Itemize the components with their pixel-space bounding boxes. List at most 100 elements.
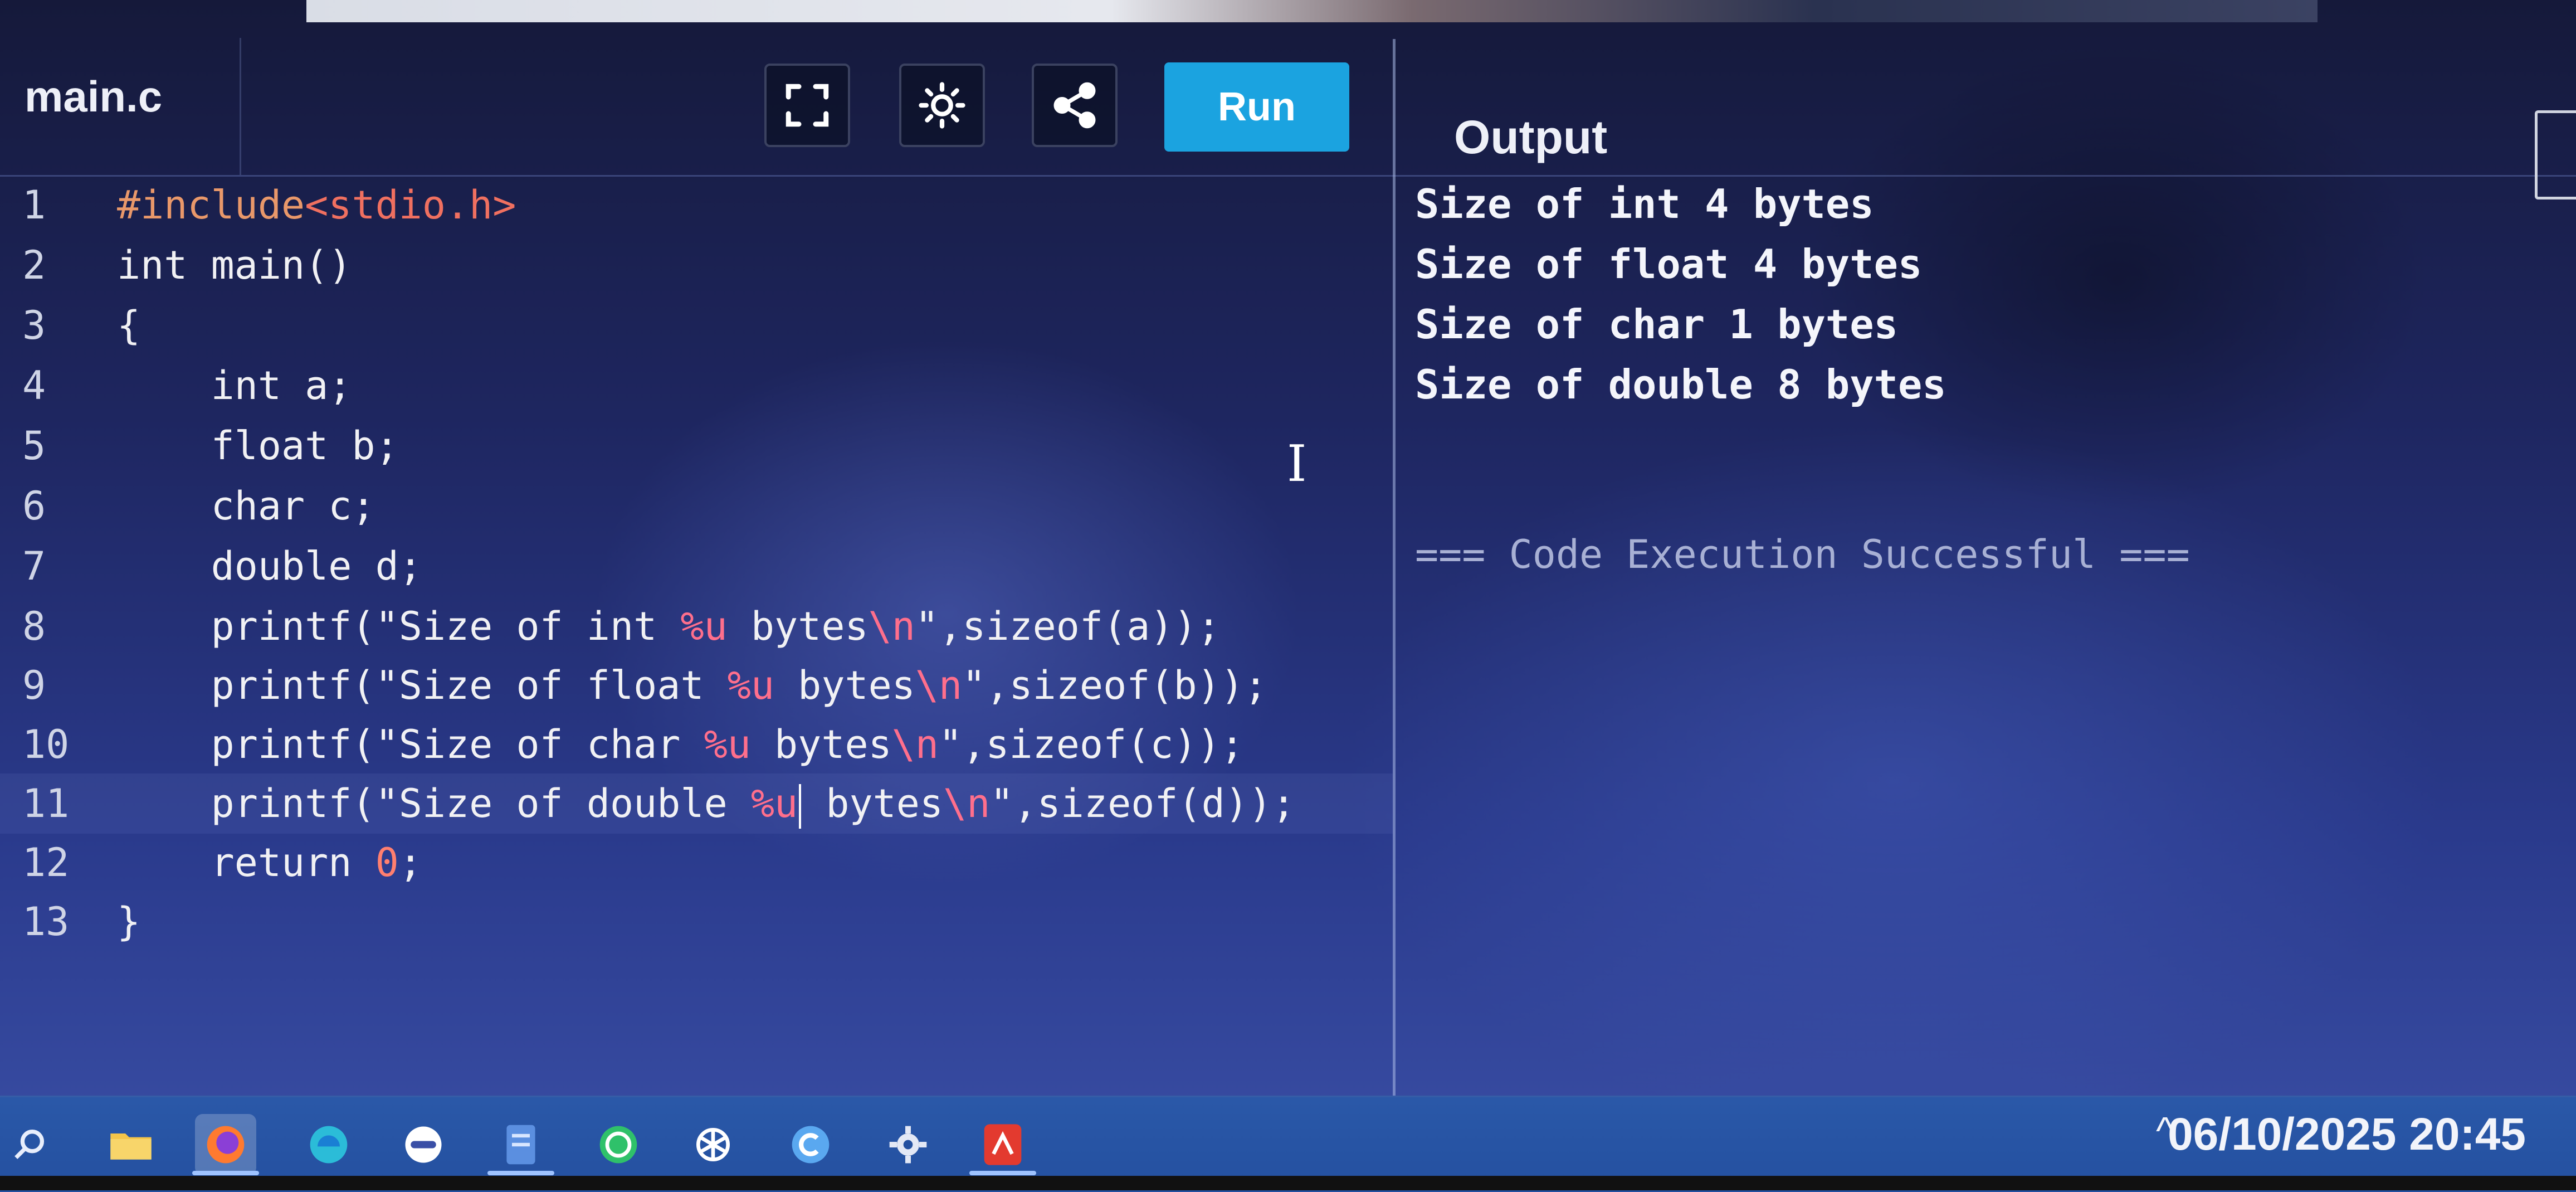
code-line[interactable]: 11 printf("Size of double %u bytes\n",si…: [0, 773, 1393, 834]
line-number: 3: [22, 303, 46, 348]
code-text[interactable]: printf("Size of char %u bytes\n",sizeof(…: [117, 714, 1244, 775]
text-caret: [799, 784, 802, 829]
code-line[interactable]: 2 int main(): [0, 235, 1393, 295]
code-line[interactable]: 1 #include<stdio.h>: [0, 175, 1393, 235]
code-text[interactable]: printf("Size of int %u bytes\n",sizeof(a…: [117, 596, 1221, 656]
code-token: #include: [117, 182, 305, 228]
code-text[interactable]: {: [117, 295, 140, 356]
code-line[interactable]: 6 char c;: [0, 476, 1393, 536]
running-app-indicator: [969, 1171, 1036, 1175]
code-token: \n: [915, 663, 963, 708]
code-token: return: [117, 840, 375, 886]
firefox-button[interactable]: [195, 1114, 256, 1175]
fullscreen-button[interactable]: [764, 64, 850, 147]
settings-app-button[interactable]: [877, 1114, 939, 1175]
c-letter-icon: [792, 1126, 830, 1164]
chat-app-button[interactable]: [393, 1114, 454, 1175]
line-number: 9: [22, 663, 46, 708]
code-text[interactable]: double d;: [117, 536, 422, 596]
code-token: int a;: [117, 363, 352, 408]
output-line: Size of float 4 bytes: [1415, 241, 1923, 288]
code-line[interactable]: 12 return 0;: [0, 833, 1393, 893]
openai-icon: [696, 1128, 730, 1161]
line-number: 11: [22, 781, 70, 826]
code-line[interactable]: 10 printf("Size of char %u bytes\n",size…: [0, 714, 1393, 775]
code-token: <stdio.h>: [305, 182, 516, 228]
code-line[interactable]: 7 double d;: [0, 536, 1393, 596]
output-panel-title: Output: [1454, 111, 1608, 163]
mouse-ibeam-cursor: I: [1287, 435, 1307, 493]
code-text[interactable]: printf("Size of double %u bytes\n",sizeo…: [117, 773, 1295, 834]
code-token: printf("Size of char: [117, 722, 704, 767]
running-app-indicator: [487, 1171, 554, 1175]
firefox-icon: [207, 1126, 245, 1164]
code-token: \n: [868, 604, 915, 649]
theme-toggle-button[interactable]: [899, 64, 985, 147]
search-button[interactable]: [0, 1114, 61, 1175]
code-token: bytes: [727, 604, 869, 649]
monitor-screen: main.c Run Output 1 #include<stdio.h> 2 …: [0, 0, 2576, 1192]
code-token: bytes: [750, 722, 892, 767]
output-panel: Size of int 4 bytes Size of float 4 byte…: [1415, 175, 2574, 1094]
document-icon: [506, 1125, 535, 1165]
editor-header: main.c Run Output: [0, 38, 2576, 200]
line-number: 1: [22, 182, 46, 228]
file-tab-name[interactable]: main.c: [25, 71, 162, 122]
sun-icon: [919, 82, 965, 129]
pdf-icon: [984, 1124, 1022, 1165]
code-text[interactable]: int a;: [117, 356, 352, 416]
line-number: 13: [22, 899, 70, 945]
pdf-reader-button[interactable]: [972, 1114, 1033, 1175]
run-button[interactable]: Run: [1164, 62, 1349, 152]
code-token: double d;: [117, 543, 422, 589]
clock-datetime[interactable]: 06/10/2025 20:45: [2168, 1108, 2526, 1161]
execution-status: === Code Execution Successful ===: [1415, 532, 2190, 577]
c-app-button[interactable]: [780, 1114, 841, 1175]
code-token: %u: [680, 604, 728, 649]
pane-divider[interactable]: [1393, 39, 1396, 1098]
fullscreen-icon: [786, 84, 829, 127]
code-text[interactable]: float b;: [117, 416, 399, 476]
code-token: \n: [943, 781, 991, 826]
line-number: 8: [22, 604, 46, 649]
notepad-button[interactable]: [490, 1114, 552, 1175]
code-token: 0: [375, 840, 399, 886]
code-text[interactable]: int main(): [117, 235, 352, 295]
code-token: char c;: [117, 483, 375, 529]
code-text[interactable]: char c;: [117, 476, 375, 536]
code-text[interactable]: #include<stdio.h>: [117, 175, 516, 235]
code-token: \n: [891, 722, 939, 767]
code-token: printf("Size of float: [117, 663, 728, 708]
output-line: Size of int 4 bytes: [1415, 181, 1874, 227]
code-text[interactable]: }: [117, 892, 140, 952]
whatsapp-icon: [599, 1126, 637, 1164]
chatgpt-button[interactable]: [682, 1114, 744, 1175]
code-token: printf("Size of int: [117, 604, 681, 649]
code-line[interactable]: 8 printf("Size of int %u bytes\n",sizeof…: [0, 596, 1393, 656]
line-number: 5: [22, 423, 46, 469]
whatsapp-button[interactable]: [588, 1114, 649, 1175]
code-line[interactable]: 3{: [0, 295, 1393, 356]
code-editor[interactable]: 1 #include<stdio.h> 2 int main() 3{4 int a; 5…: [0, 175, 1393, 1094]
code-line[interactable]: 9 printf("Size of float %u bytes\n",size…: [0, 655, 1393, 716]
line-number: 10: [22, 722, 70, 767]
edge-icon: [310, 1126, 348, 1164]
output-line: Size of double 8 bytes: [1415, 361, 1946, 408]
edge-beta-button[interactable]: [298, 1114, 359, 1175]
code-token: bytes: [774, 663, 915, 708]
code-text[interactable]: return 0;: [117, 833, 422, 893]
file-explorer-button[interactable]: [100, 1114, 162, 1175]
code-token: %u: [727, 663, 775, 708]
browser-top-strip: [306, 0, 2318, 22]
code-token: ;: [398, 840, 422, 886]
code-token: ",sizeof(a));: [915, 604, 1221, 649]
code-line[interactable]: 5 float b;: [0, 416, 1393, 476]
share-button[interactable]: [1032, 64, 1118, 147]
line-number: 4: [22, 363, 46, 408]
code-text[interactable]: printf("Size of float %u bytes\n",sizeof…: [117, 655, 1268, 716]
code-line[interactable]: 13}: [0, 892, 1393, 952]
code-line[interactable]: 4 int a;: [0, 356, 1393, 416]
code-token: {: [117, 303, 141, 348]
code-token: }: [117, 899, 141, 945]
chat-icon: [405, 1126, 442, 1163]
